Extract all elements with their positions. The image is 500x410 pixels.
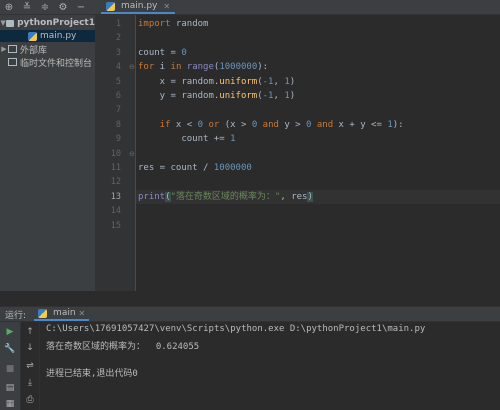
code-line-8: if x < 0 or (x > 0 and y > 0 and x + y <… — [138, 119, 404, 130]
line-number-gutter: 1 2 3 4 5 6 7 8 9 10 11 12 13 14 15 ⊖ ⊖ — [95, 15, 136, 291]
tree-item-external-libs[interactable]: ▶ 外部库 — [0, 43, 95, 55]
editor-tab-bar: main.py ✕ — [95, 0, 500, 15]
line-number: 2 — [115, 33, 121, 44]
grid-icon[interactable]: ▦ — [4, 398, 16, 410]
line-number: 4 — [115, 62, 121, 73]
folder-icon — [6, 19, 15, 27]
run-toolbar-left: ▶ 🔧 ■ ▤ ▦ — [0, 322, 21, 410]
run-tab-label: main — [53, 308, 76, 318]
python-file-icon — [106, 1, 115, 11]
project-panel: ▼ pythonProject1 main.py ▶ 外部库 临时文件和控制台 — [0, 15, 96, 291]
tree-item-main-py[interactable]: main.py — [0, 30, 95, 42]
target-icon[interactable]: ⊕ — [0, 0, 18, 14]
library-icon — [8, 45, 17, 53]
code-line-11: res = count / 1000000 — [138, 163, 252, 173]
layout-icon[interactable]: ▤ — [4, 382, 16, 394]
fold-icon[interactable]: ⊖ — [129, 63, 135, 71]
console-output[interactable]: C:\Users\17691057427\venv\Scripts\python… — [40, 322, 500, 410]
gear-icon[interactable]: ⚙ — [54, 0, 72, 14]
code-line-9: count += 1 — [138, 134, 236, 145]
code-line-1: import random — [138, 19, 209, 29]
tree-item-project-root[interactable]: ▼ pythonProject1 — [0, 17, 95, 29]
line-number: 11 — [110, 163, 121, 173]
close-icon[interactable]: ✕ — [163, 2, 170, 11]
print-icon[interactable]: ⎙ — [24, 394, 36, 406]
console-result-line: 落在奇数区域的概率为： 0.624055 — [46, 342, 200, 352]
console-exit-line: 进程已结束,退出代码0 — [46, 369, 138, 379]
tab-main-py[interactable]: main.py ✕ — [101, 0, 176, 14]
tree-item-scratches[interactable]: 临时文件和控制台 — [0, 56, 95, 68]
close-icon[interactable]: ✕ — [79, 309, 86, 318]
line-number: 9 — [115, 134, 121, 145]
code-line-4: for i in range(1000000): — [138, 62, 269, 73]
arrow-up-icon[interactable]: ↑ — [24, 326, 36, 338]
rerun-icon[interactable]: ▶ — [4, 326, 16, 338]
line-number: 14 — [110, 206, 121, 217]
scroll-end-icon[interactable]: ⤓ — [24, 377, 36, 389]
line-number: 6 — [115, 91, 121, 101]
line-number-current: 13 — [110, 191, 121, 202]
line-number: 5 — [115, 76, 121, 87]
chevron-right-icon[interactable]: ▶ — [0, 45, 8, 53]
line-number: 15 — [110, 220, 121, 231]
code-line-6: y = random.uniform(-1, 1) — [138, 91, 296, 101]
wrench-icon[interactable]: 🔧 — [4, 343, 16, 355]
project-toolbar: ⊕ ≚ ≑ ⚙ − — [0, 0, 95, 15]
run-panel-header: 运行: main ✕ — [0, 306, 500, 322]
scratches-icon — [8, 58, 17, 66]
line-number: 3 — [115, 47, 121, 58]
line-number: 12 — [110, 177, 121, 188]
tab-label: main.py — [121, 1, 158, 11]
line-number: 8 — [115, 119, 121, 130]
soft-wrap-icon[interactable]: ⇌ — [24, 360, 36, 372]
fold-icon[interactable]: ⊖ — [129, 150, 135, 158]
tree-file-label: main.py — [40, 31, 77, 41]
collapse-icon[interactable]: ≚ — [18, 0, 36, 14]
python-run-icon — [38, 308, 48, 318]
line-number: 10 — [110, 148, 121, 159]
arrow-down-icon[interactable]: ↓ — [24, 342, 36, 354]
line-number: 7 — [115, 105, 121, 116]
python-file-icon — [28, 31, 37, 41]
project-root-label: pythonProject1 — [17, 18, 95, 28]
minimize-icon[interactable]: − — [72, 0, 90, 14]
expand-icon[interactable]: ≑ — [36, 0, 54, 14]
code-line-3: count = 0 — [138, 47, 187, 58]
code-editor[interactable]: import random count = 0 for i in range(1… — [136, 15, 500, 291]
run-toolbar-right: ↑ ↓ ⇌ ⤓ ⎙ — [21, 322, 40, 410]
run-label: 运行: — [5, 310, 27, 321]
tree-scratches-label: 临时文件和控制台 — [20, 58, 93, 69]
console-command-line: C:\Users\17691057427\venv\Scripts\python… — [46, 324, 426, 334]
line-number: 1 — [115, 19, 121, 29]
tree-libs-label: 外部库 — [20, 45, 48, 56]
stop-icon[interactable]: ■ — [4, 363, 16, 375]
run-tab-main[interactable]: main ✕ — [34, 307, 90, 321]
code-line-5: x = random.uniform(-1, 1) — [138, 76, 296, 87]
code-line-13: print("落在奇数区域的概率为：", res) — [138, 191, 313, 202]
